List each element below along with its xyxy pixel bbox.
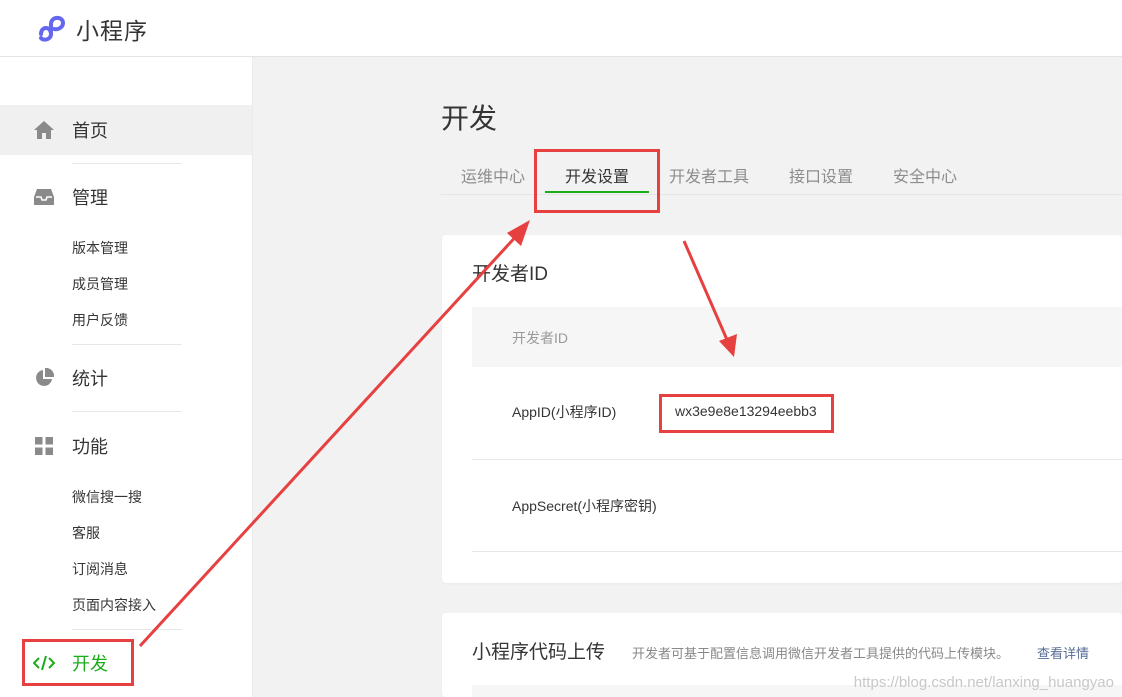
row-divider bbox=[472, 459, 1122, 460]
appsecret-label: AppSecret(小程序密钥) bbox=[512, 498, 657, 514]
view-details-link[interactable]: 查看详情 bbox=[1037, 643, 1089, 662]
divider bbox=[72, 411, 182, 412]
sidebar-item-label: 统计 bbox=[72, 369, 108, 389]
sidebar-subitem-members[interactable]: 成员管理 bbox=[72, 274, 128, 294]
sidebar-subitem-feedback[interactable]: 用户反馈 bbox=[72, 310, 128, 330]
divider bbox=[72, 344, 182, 345]
sidebar: 首页 管理 版本管理 成员管理 用户反馈 统计 功能 微信搜一搜 客服 订阅消息… bbox=[0, 57, 253, 697]
annotation-box-dev bbox=[22, 639, 134, 686]
sidebar-item-manage[interactable]: 管理 bbox=[0, 172, 252, 222]
annotation-box-tab bbox=[534, 149, 660, 213]
page-title: 开发 bbox=[441, 103, 498, 134]
table-header: 开发者ID bbox=[472, 307, 1122, 367]
sidebar-item-label: 管理 bbox=[72, 188, 108, 208]
grid-icon bbox=[33, 435, 55, 457]
card-title: 开发者ID bbox=[472, 264, 549, 285]
sidebar-subitem-subscribe[interactable]: 订阅消息 bbox=[72, 559, 128, 579]
tab-dev-tools[interactable]: 开发者工具 bbox=[669, 163, 749, 187]
tab-security-center[interactable]: 安全中心 bbox=[893, 163, 957, 187]
annotation-box-appid bbox=[659, 394, 834, 433]
home-icon bbox=[33, 119, 55, 141]
tab-api-settings[interactable]: 接口设置 bbox=[789, 163, 853, 187]
watermark: https://blog.csdn.net/lanxing_huangyao bbox=[853, 674, 1114, 691]
row-divider bbox=[472, 551, 1122, 552]
card-description: 开发者可基于配置信息调用微信开发者工具提供的代码上传模块。 bbox=[632, 646, 1010, 661]
sidebar-subitem-search[interactable]: 微信搜一搜 bbox=[72, 487, 142, 507]
card-title: 小程序代码上传 bbox=[472, 642, 606, 663]
top-bar: 小程序 bbox=[0, 0, 1122, 57]
divider bbox=[72, 163, 182, 164]
column-header: 开发者ID bbox=[512, 330, 568, 346]
sidebar-subitem-service[interactable]: 客服 bbox=[72, 523, 100, 543]
tab-ops-center[interactable]: 运维中心 bbox=[461, 163, 525, 187]
pie-chart-icon bbox=[33, 367, 55, 389]
appid-label: AppID(小程序ID) bbox=[512, 404, 617, 420]
main-content: 开发 运维中心 开发设置 开发者工具 接口设置 安全中心 开发者ID 开发者ID… bbox=[254, 57, 1122, 697]
app-name: 小程序 bbox=[76, 18, 148, 44]
sidebar-subitem-content-access[interactable]: 页面内容接入 bbox=[72, 595, 156, 615]
sidebar-item-features[interactable]: 功能 bbox=[0, 421, 252, 471]
inbox-icon bbox=[33, 186, 55, 208]
sidebar-item-stats[interactable]: 统计 bbox=[0, 353, 252, 403]
sidebar-item-label: 首页 bbox=[72, 121, 108, 141]
miniprogram-logo-icon bbox=[39, 15, 66, 42]
sidebar-subitem-version[interactable]: 版本管理 bbox=[72, 238, 128, 258]
sidebar-item-label: 功能 bbox=[72, 437, 108, 457]
divider bbox=[72, 629, 182, 630]
sidebar-item-home[interactable]: 首页 bbox=[0, 105, 252, 155]
